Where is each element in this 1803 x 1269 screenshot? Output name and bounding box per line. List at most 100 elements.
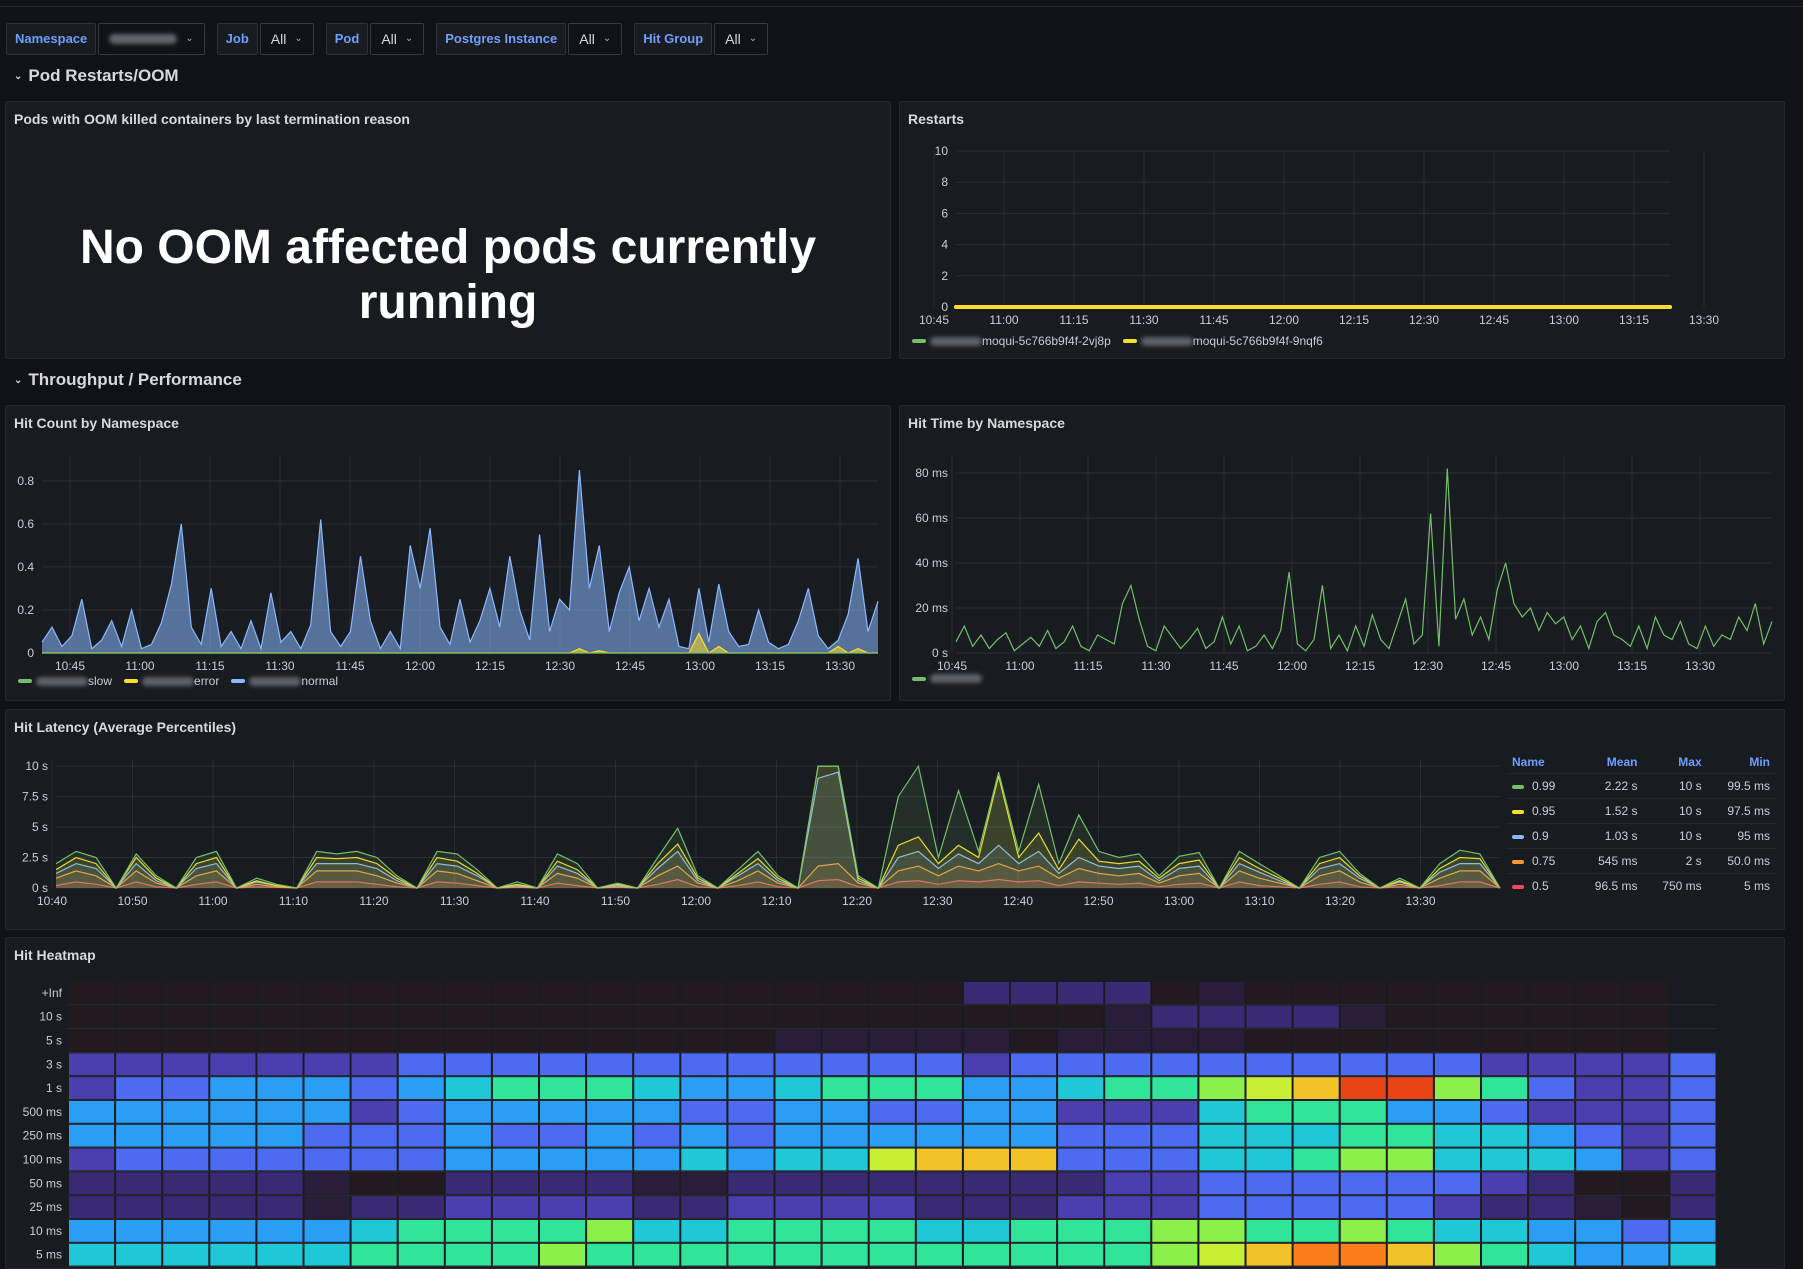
heatmap-cell [822,1101,868,1123]
heatmap-cell [257,1148,303,1171]
legend-item[interactable]: slow [18,674,112,688]
heatmap-cell [822,1124,868,1147]
y-tick-label: 60 ms [915,511,948,525]
y-tick-label: 8 [941,175,948,189]
x-tick-label: 13:30 [825,659,855,673]
heatmap-cell [1387,1053,1433,1076]
heatmap-cell [210,1220,256,1242]
heatmap-cell [445,1005,491,1028]
heatmap-cell [1246,1124,1292,1147]
x-tick-label: 11:45 [1209,659,1238,673]
x-tick-label: 12:30 [545,659,575,673]
chevron-down-icon: ⌄ [185,33,194,44]
heatmap-cell [398,982,444,1004]
legend-row[interactable]: 0.99 2.22 s 10 s 99.5 ms [1506,773,1776,799]
heatmap-cell [1105,1077,1151,1099]
heatmap-cell [1387,1029,1433,1052]
heatmap-cell [304,1077,350,1099]
heatmap-cell [540,1148,586,1171]
variables-bar: Namespace ⌄ Job All ⌄ Pod All ⌄ Postgres I… [6,23,780,55]
namespace-select[interactable]: ⌄ [98,23,205,55]
legend-row[interactable]: 0.75 545 ms 2 s 50.0 ms [1506,848,1776,874]
heatmap-cell [1199,1029,1245,1052]
legend-col-name[interactable]: Name [1506,751,1575,774]
pod-select[interactable]: All ⌄ [370,23,425,55]
heatmap-cell [1105,1148,1151,1171]
heatmap-cell [1576,1124,1622,1147]
heatmap-cell [916,1077,962,1099]
heatmap-cell [1199,1196,1245,1218]
heatmap-cell [1576,1101,1622,1123]
heatmap-cell [1529,1196,1575,1218]
legend-item[interactable]: moqui-5c766b9f4f-2vj8p [912,334,1111,348]
heatmap-cell [1246,1053,1292,1076]
heatmap-cell [681,1077,727,1099]
heatmap-cell [398,1101,444,1123]
x-tick-label: 13:30 [1405,894,1435,908]
heatmap-cell [1058,1220,1104,1242]
legend-value: 2 s [1685,854,1702,868]
heatmap-cell [1152,1172,1198,1195]
hit-group-select[interactable]: All ⌄ [714,23,769,55]
heatmap-cell [492,982,538,1004]
heatmap-cell [1058,1053,1104,1076]
heatmap-cell [1246,1148,1292,1171]
legend-row[interactable]: 0.5 96.5 ms 750 ms 5 ms [1506,873,1776,898]
legend-swatch [912,339,926,343]
legend-item[interactable] [912,674,982,683]
legend-item[interactable]: error [124,674,219,688]
legend-col-max[interactable]: Max [1643,751,1707,774]
x-tick-label: 13:00 [1549,659,1579,673]
y-tick-label: 2 [941,269,948,283]
heatmap-cell [1387,1077,1433,1099]
row-header-restarts[interactable]: ⌄ Pod Restarts/OOM [14,66,179,86]
legend-row[interactable]: 0.9 1.03 s 10 s 95 ms [1506,823,1776,849]
heatmap-cell [540,1124,586,1147]
legend-col-min[interactable]: Min [1708,751,1776,774]
heatmap-cell [634,1172,680,1195]
legend-item[interactable]: moqui-5c766b9f4f-9nqf6 [1122,334,1323,348]
heatmap-cell [351,1124,397,1147]
legend-label: normal [301,674,339,688]
legend-col-mean[interactable]: Mean [1575,751,1643,774]
legend-row[interactable]: 0.95 1.52 s 10 s 97.5 ms [1506,798,1776,824]
legend-swatch [1512,834,1524,839]
heatmap-cell [1576,1172,1622,1195]
x-tick-label: 11:10 [279,894,308,908]
legend-cell-max: 2 s [1643,848,1708,874]
series-area [56,772,1500,888]
heatmap-cell [445,1196,491,1218]
heatmap-cell [398,1005,444,1028]
heatmap-cell [681,1148,727,1171]
panel-hit-count: Hit Count by Namespace 0 0.2 0.4 0.6 0.8 10:4… [5,405,891,701]
heatmap-cell [1434,1077,1480,1099]
legend-cell-max: 10 s [1643,773,1708,799]
legend-item[interactable]: normal [231,674,338,688]
heatmap-cell [1293,982,1339,1004]
heatmap-cell [1105,1124,1151,1147]
heatmap-cell [163,1053,209,1076]
heatmap-cell [257,1196,303,1218]
heatmap-cell [634,982,680,1004]
x-tick-label: 12:30 [1409,313,1439,327]
heatmap-cell [304,1029,350,1052]
heatmap-cell [1340,1077,1386,1099]
heatmap-cell [869,1101,915,1123]
x-tick-label: 12:15 [1339,313,1369,327]
heatmap-cell [398,1124,444,1147]
legend-swatch [1122,339,1137,343]
heatmap-cell [822,1148,868,1171]
postgres-instance-select[interactable]: All ⌄ [568,23,623,55]
heatmap-cell [1529,1148,1575,1171]
heatmap-cell [163,982,209,1004]
heatmap-cell [1623,1243,1669,1266]
heatmap-cell [1058,1172,1104,1195]
heatmap-cell [351,982,397,1004]
heatmap-cell [916,1029,962,1052]
redacted-prefix [142,676,195,686]
job-select[interactable]: All ⌄ [259,23,314,55]
heatmap-cell [1482,1029,1528,1052]
row-header-throughput[interactable]: ⌄ Throughput / Performance [14,370,242,390]
heatmap-cell [916,1220,962,1242]
heatmap-cell [116,1148,162,1171]
